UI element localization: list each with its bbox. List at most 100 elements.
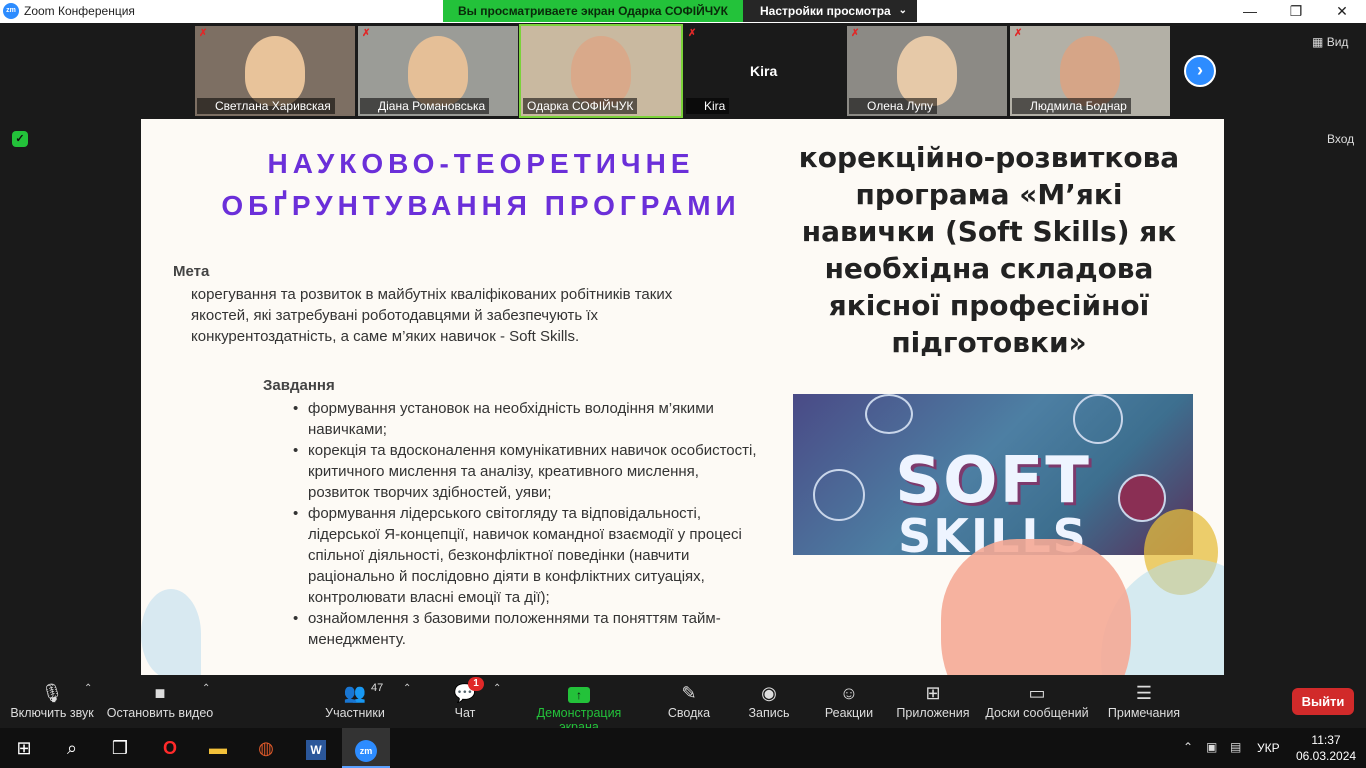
next-page-arrow-icon[interactable]: ›: [1184, 55, 1216, 87]
participant-video: [245, 36, 305, 106]
mic-muted-icon: ✗: [362, 28, 371, 39]
participant-tile[interactable]: ✗ Людмила Боднар: [1010, 26, 1170, 116]
soft-skills-title: SOFT: [895, 444, 1091, 518]
share-screen-button[interactable]: ↑ Демонстрация экрана: [516, 680, 642, 734]
whiteboards-button[interactable]: ▭ Доски сообщений: [984, 680, 1090, 720]
chevron-up-icon[interactable]: ⌃: [403, 683, 411, 694]
system-clock[interactable]: 11:37 06.03.2024: [1296, 732, 1356, 764]
notes-icon: ☰: [1135, 683, 1153, 703]
participant-video: [897, 36, 957, 106]
reactions-label: Реакции: [824, 706, 874, 720]
title-bar: zm Zoom Конференция Вы просматриваете эк…: [0, 0, 1366, 23]
goal-label: Мета: [173, 263, 210, 280]
stop-video-label: Остановить видео: [106, 706, 214, 720]
participant-tile[interactable]: ✗ Діана Романовська: [358, 26, 518, 116]
slide-heading: НАУКОВО-ТЕОРЕТИЧНЕ ОБҐРУНТУВАННЯ ПРОГРАМ…: [221, 148, 741, 221]
restore-icon[interactable]: ❐: [1273, 0, 1319, 22]
participant-placeholder-name: Kira: [750, 63, 778, 79]
slide-subtitle: корекційно-розвиткова програма «М’які на…: [798, 141, 1180, 359]
network-icon[interactable]: ▣: [1206, 740, 1217, 754]
list-item: формування лідерського світогляду та від…: [293, 503, 763, 608]
record-button[interactable]: ◉ Запись: [745, 680, 793, 720]
zoom-app-icon[interactable]: zm: [342, 728, 390, 768]
notes-button[interactable]: ☰ Примечания: [1107, 680, 1181, 720]
lightbulb-icon: [1073, 394, 1123, 444]
apps-label: Приложения: [896, 706, 970, 720]
mic-muted-icon: ✗: [851, 28, 860, 39]
participant-name: Діана Романовська: [360, 98, 490, 114]
participant-name: Одарка СОФІЙЧУК: [523, 98, 638, 114]
windows-taskbar: ⊞ ⌕ ❒ O ▬ ◍ W zm ⌃ ▣ ▤ УКР 11:37 06.03.2…: [0, 728, 1366, 768]
smiley-icon: ☺: [839, 683, 859, 703]
chevron-down-icon: ⌄: [898, 5, 907, 16]
share-screen-icon: ↑: [516, 680, 642, 706]
participant-name: Kira: [686, 98, 730, 114]
chat-unread-badge: 1: [468, 677, 484, 691]
participant-tile[interactable]: ✗ Олена Лупу: [847, 26, 1007, 116]
apps-icon: ⊞: [925, 683, 941, 703]
leave-button[interactable]: Выйти: [1292, 688, 1354, 715]
summary-sparkle-icon: ✎: [681, 683, 697, 703]
tasks-label: Завдання: [263, 377, 335, 394]
search-icon[interactable]: ⌕: [48, 728, 96, 768]
stop-video-button[interactable]: ■ Остановить видео: [106, 680, 214, 720]
meeting-toolbar: 🎙 Включить звук ⌃ ■ Остановить видео ⌃ 👥…: [0, 675, 1366, 734]
app-icon[interactable]: ◍: [242, 728, 290, 768]
chevron-up-icon[interactable]: ⌃: [1183, 740, 1193, 754]
grid-icon: ▦: [1312, 35, 1324, 49]
participants-count: 47: [371, 682, 384, 694]
list-item: ознайомлення з базовими положеннями та п…: [293, 608, 763, 650]
chat-label: Чат: [454, 706, 476, 720]
participant-name: Светлана Харивская: [197, 98, 335, 114]
decorative-leaf: [141, 589, 201, 675]
participant-tile[interactable]: ✗ Светлана Харивская: [195, 26, 355, 116]
windows-start-icon[interactable]: ⊞: [0, 728, 48, 768]
minimize-icon[interactable]: —: [1227, 0, 1273, 22]
zoom-logo-icon: zm: [3, 3, 19, 19]
participant-video: [408, 36, 468, 106]
view-options-label: Настройки просмотра: [760, 4, 891, 18]
reactions-button[interactable]: ☺ Реакции: [824, 680, 874, 720]
view-options-button[interactable]: Настройки просмотра ⌄: [743, 0, 917, 22]
whiteboard-icon: ▭: [1028, 683, 1046, 703]
notes-label: Примечания: [1107, 706, 1181, 720]
window-title: Zoom Конференция: [24, 4, 135, 18]
mic-muted-icon: ✗: [199, 28, 208, 39]
chevron-up-icon[interactable]: ⌃: [493, 683, 501, 694]
participant-tile-active-speaker[interactable]: Одарка СОФІЙЧУК: [519, 24, 683, 118]
view-button[interactable]: ▦ Вид: [1312, 35, 1348, 49]
list-item: формування установок на необхідність вол…: [293, 398, 763, 440]
notifications-icon[interactable]: ▤: [1230, 740, 1241, 754]
opera-browser-icon[interactable]: O: [146, 728, 194, 768]
chevron-up-icon[interactable]: ⌃: [202, 683, 210, 694]
task-view-icon[interactable]: ❒: [96, 728, 144, 768]
record-icon: ◉: [761, 683, 777, 703]
participant-video: [1060, 36, 1120, 106]
tasks-list: формування установок на необхідність вол…: [293, 398, 763, 650]
list-item: корекція та вдосконалення комунікативних…: [293, 440, 763, 503]
keyboard-language[interactable]: УКР: [1257, 741, 1280, 755]
trophy-icon: [865, 394, 913, 434]
view-label: Вид: [1326, 35, 1349, 49]
whiteboards-label: Доски сообщений: [985, 706, 1089, 720]
word-icon[interactable]: W: [292, 728, 340, 768]
screen-share-banner: Вы просматриваете экран Одарка СОФІЙЧУК: [443, 0, 743, 22]
summary-button[interactable]: ✎ Сводка: [664, 680, 714, 720]
soft-skills-image: SOFT SKILLS: [793, 394, 1193, 555]
mic-muted-icon: ✗: [1014, 28, 1023, 39]
unmute-label: Включить звук: [10, 706, 94, 720]
apps-button[interactable]: ⊞ Приложения: [895, 680, 971, 720]
video-camera-icon: ■: [154, 683, 166, 703]
summary-label: Сводка: [667, 706, 711, 720]
chevron-up-icon[interactable]: ⌃: [84, 683, 92, 694]
participant-name: Олена Лупу: [849, 98, 938, 114]
record-label: Запись: [748, 706, 790, 720]
enter-label[interactable]: Вход: [1327, 132, 1354, 146]
shield-check-icon[interactable]: ✓: [12, 131, 28, 147]
file-explorer-icon[interactable]: ▬: [194, 728, 242, 768]
close-icon[interactable]: ✕: [1319, 0, 1365, 22]
mic-muted-icon: ✗: [688, 28, 697, 39]
shared-slide: НАУКОВО-ТЕОРЕТИЧНЕ ОБҐРУНТУВАННЯ ПРОГРАМ…: [141, 119, 1224, 675]
clock-time: 11:37: [1311, 733, 1341, 747]
goal-text: корегування та розвиток в майбутніх квал…: [191, 286, 673, 345]
